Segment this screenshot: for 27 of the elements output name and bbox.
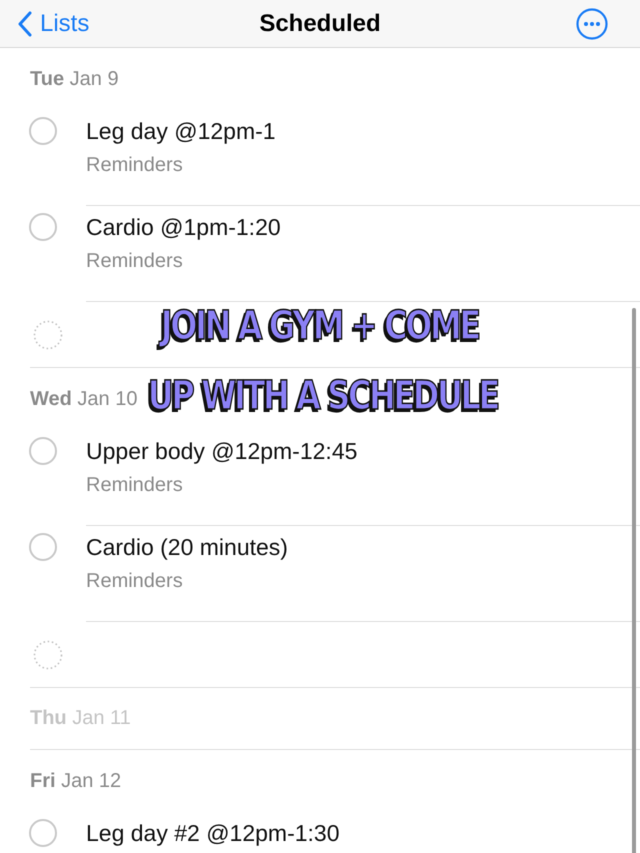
checkbox-circle[interactable] <box>29 533 57 561</box>
reminder-title: Cardio @1pm-1:20 <box>86 214 281 240</box>
back-button[interactable]: Lists <box>18 10 90 38</box>
checkbox-circle[interactable] <box>29 213 57 241</box>
day-header: Thu Jan 11 <box>30 707 131 730</box>
list-name: Reminders <box>86 570 183 592</box>
reminder-title: Cardio (20 minutes) <box>86 534 288 560</box>
more-icon <box>576 8 608 40</box>
caption-text: JOIN A GYM + COME <box>160 304 480 348</box>
nav-title: Scheduled <box>259 10 381 38</box>
day-header: Wed Jan 10 <box>30 388 138 410</box>
list-name: Reminders <box>86 154 183 176</box>
checkbox-circle[interactable] <box>29 117 57 145</box>
reminder-title: Leg day @12pm-1 <box>86 118 276 144</box>
new-reminder-icon[interactable] <box>33 640 63 670</box>
new-reminder-icon[interactable] <box>33 320 63 350</box>
list-name: Reminders <box>86 250 183 272</box>
day-header: Fri Jan 12 <box>30 770 122 792</box>
more-button[interactable] <box>576 8 608 40</box>
chevron-left-icon <box>18 10 32 36</box>
checkbox-circle[interactable] <box>29 437 57 465</box>
reminder-title: Upper body @12pm-12:45 <box>86 438 358 464</box>
list-name: Reminders <box>86 474 183 496</box>
checkbox-circle[interactable] <box>29 819 57 847</box>
day-header: Tue Jan 9 <box>30 68 119 90</box>
caption-text: UP WITH A SCHEDULE <box>148 374 498 418</box>
reminder-title: Leg day #2 @12pm-1:30 <box>86 820 340 846</box>
